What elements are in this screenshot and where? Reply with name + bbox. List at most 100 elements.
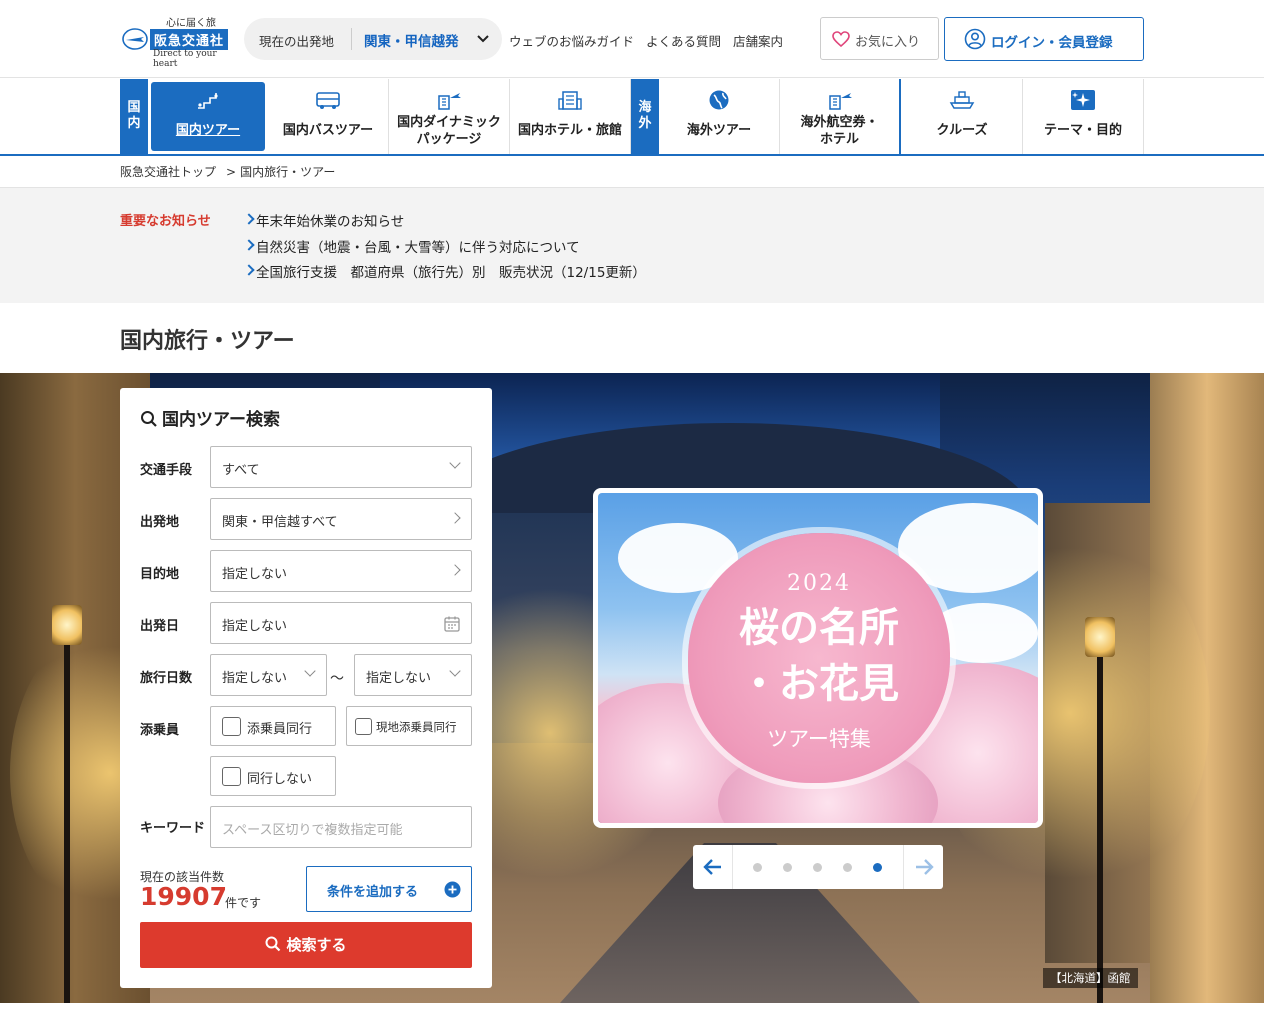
store-info-link[interactable]: 店舗案内 xyxy=(733,34,783,49)
destination-select[interactable]: 指定しない xyxy=(210,550,472,592)
escort-accompanied-checkbox[interactable]: 添乗員同行 xyxy=(210,706,336,746)
street-lamp xyxy=(64,633,70,1003)
chevron-right-icon xyxy=(449,512,461,524)
add-condition-button[interactable]: 条件を追加する xyxy=(306,866,472,912)
carousel-dot-3[interactable] xyxy=(813,863,822,872)
airplane-logo-icon xyxy=(122,28,148,50)
street-lamp-head xyxy=(52,605,82,645)
departure-origin-selector[interactable]: 現在の出発地 関東・甲信越発 xyxy=(244,18,502,60)
notice-item[interactable]: 自然災害（地震・台風・大雪等）に伴う対応について xyxy=(244,236,646,262)
faq-link[interactable]: よくある質問 xyxy=(646,34,721,49)
checkbox-box xyxy=(222,767,241,786)
promo-banner[interactable]: 2024 桜の名所 ・お花見 ツアー特集 xyxy=(593,488,1043,828)
sparkle-icon xyxy=(1071,90,1095,110)
login-register-button[interactable]: ログイン・会員登録 xyxy=(944,17,1144,61)
favorites-label: お気に入り xyxy=(855,35,921,50)
cherry-blossom-banner-image: 2024 桜の名所 ・お花見 ツアー特集 xyxy=(598,493,1038,823)
domestic-tag: 国内 xyxy=(120,79,148,154)
street-lamp xyxy=(1097,643,1103,1003)
transport-select[interactable]: すべて xyxy=(210,446,472,488)
carousel-dot-4[interactable] xyxy=(843,863,852,872)
web-help-guide-link[interactable]: ウェブのお悩みガイド xyxy=(509,34,634,49)
range-tilde: ～ xyxy=(330,671,344,687)
nav-label-line2: ホテル xyxy=(819,132,859,147)
domestic-tag-label: 国内 xyxy=(127,100,141,131)
departure-date-label: 出発日 xyxy=(140,619,180,634)
nav-cruise[interactable]: クルーズ xyxy=(902,79,1023,154)
breadcrumb-home-link[interactable]: 阪急交通社トップ xyxy=(120,165,216,179)
nav-label: 海外ツアー xyxy=(686,123,752,138)
header-links: ウェブのお悩みガイド よくある質問 店舗案内 xyxy=(509,31,791,50)
carousel-prev-button[interactable] xyxy=(693,845,733,889)
nav-overseas-flight-hotel[interactable]: 海外航空券・ ホテル xyxy=(780,79,901,154)
nav-label-line1: 海外航空券・ xyxy=(800,115,879,130)
trip-days-label: 旅行日数 xyxy=(140,671,193,686)
nav-label: 国内ホテル・旅館 xyxy=(517,123,622,138)
main-navigation: 国内 国内ツアー 国内バスツアー 国内ダイナミック パッケージ 国内ホテル・旅館… xyxy=(0,79,1264,156)
carousel-dot-2[interactable] xyxy=(783,863,792,872)
nav-theme-purpose[interactable]: テーマ・目的 xyxy=(1023,79,1144,154)
nav-label: クルーズ xyxy=(936,123,988,138)
transport-value: すべて xyxy=(222,463,260,478)
domestic-tour-search-panel: 国内ツアー検索 交通手段 すべて 出発地 関東・甲信越すべて 目的地 指定しない… xyxy=(120,388,492,988)
search-title-text: 国内ツアー検索 xyxy=(162,410,280,430)
notice-item[interactable]: 全国旅行支援 都道府県（旅行先）別 販売状況（12/15更新） xyxy=(244,261,646,287)
nav-domestic-tour[interactable]: 国内ツアー xyxy=(151,82,265,151)
plus-circle-icon xyxy=(444,881,461,898)
chevron-down-icon xyxy=(449,665,461,677)
ship-icon xyxy=(949,91,975,109)
keyword-placeholder: スペース区切りで複数指定可能 xyxy=(222,823,403,838)
destination-value: 指定しない xyxy=(222,567,288,582)
breadcrumb: 阪急交通社トップ > 国内旅行・ツアー xyxy=(120,163,335,180)
local-escort-checkbox[interactable]: 現地添乗員同行 xyxy=(346,706,472,746)
departure-date-picker[interactable]: 指定しない xyxy=(210,602,472,644)
trip-days-to-select[interactable]: 指定しない xyxy=(354,654,472,696)
nav-domestic-dynamic-package[interactable]: 国内ダイナミック パッケージ xyxy=(389,79,510,154)
carousel-dot-1[interactable] xyxy=(753,863,762,872)
checkbox-label: 添乗員同行 xyxy=(247,722,313,737)
nav-domestic-hotel[interactable]: 国内ホテル・旅館 xyxy=(510,79,631,154)
nav-domestic-bus-tour[interactable]: 国内バスツアー xyxy=(268,79,389,154)
overseas-tag: 海外 xyxy=(631,79,659,154)
building-plane-icon xyxy=(828,93,852,110)
hotel-icon xyxy=(558,91,582,110)
calendar-icon xyxy=(444,616,460,632)
nav-label-line1: 国内ダイナミック xyxy=(397,115,501,130)
breadcrumb-separator: > xyxy=(226,165,237,179)
hero-caption: 【北海道】函館 xyxy=(1043,968,1138,988)
page-title: 国内旅行・ツアー xyxy=(120,329,295,354)
notice-title: 重要なお知らせ xyxy=(120,214,211,229)
bus-icon xyxy=(316,92,340,109)
origin-label: 現在の出発地 xyxy=(259,34,335,49)
search-icon xyxy=(141,411,157,427)
notice-item[interactable]: 年末年始休業のお知らせ xyxy=(244,210,646,236)
stairs-route-icon xyxy=(198,93,218,109)
origin-divider xyxy=(351,28,352,50)
date-value: 指定しない xyxy=(222,619,288,634)
carousel-dot-5[interactable] xyxy=(873,863,882,872)
overseas-tag-label: 海外 xyxy=(638,100,652,131)
banner-title-line2: ・お花見 xyxy=(739,660,899,707)
search-panel-title: 国内ツアー検索 xyxy=(140,405,280,430)
logo-tagline: 心に届く旅 xyxy=(166,18,216,29)
search-icon xyxy=(265,936,281,952)
keyword-input[interactable]: スペース区切りで複数指定可能 xyxy=(210,806,472,848)
nav-label-line2: パッケージ xyxy=(416,132,482,147)
banner-title-line1: 桜の名所 xyxy=(739,604,899,651)
destination-label: 目的地 xyxy=(140,567,180,582)
nav-label: 国内バスツアー xyxy=(282,123,374,138)
no-escort-checkbox[interactable]: 同行しない xyxy=(210,756,336,796)
site-logo[interactable]: 心に届く旅 阪急交通社 Direct to your heart xyxy=(122,14,234,69)
chevron-down-icon xyxy=(449,457,461,469)
nav-overseas-tour[interactable]: 海外ツアー xyxy=(659,79,780,154)
chevron-down-icon xyxy=(304,665,316,677)
departure-select[interactable]: 関東・甲信越すべて xyxy=(210,498,472,540)
checkbox-box xyxy=(222,717,241,736)
search-submit-label: 検索する xyxy=(286,936,347,954)
carousel-controls xyxy=(693,845,943,889)
search-submit-button[interactable]: 検索する xyxy=(140,922,472,968)
carousel-next-button[interactable] xyxy=(903,845,943,889)
favorites-button[interactable]: お気に入り xyxy=(820,17,939,60)
add-condition-label: 条件を追加する xyxy=(327,885,419,900)
trip-days-from-select[interactable]: 指定しない xyxy=(210,654,327,696)
